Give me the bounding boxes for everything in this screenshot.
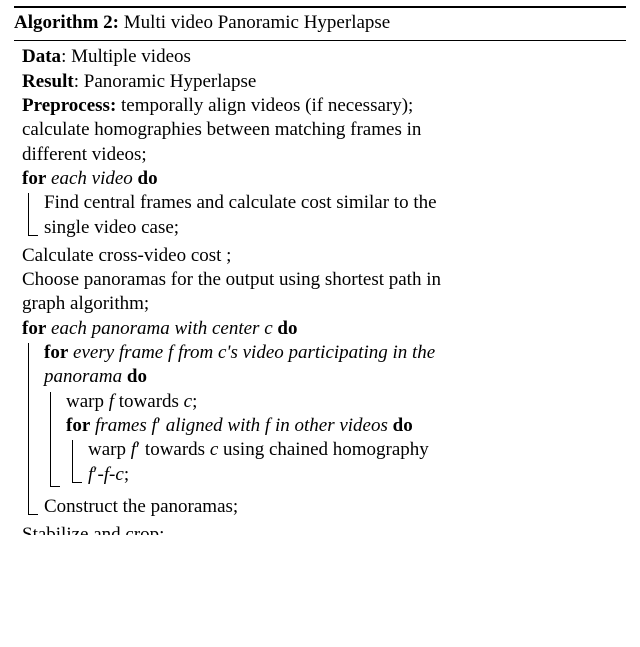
wfp-a: warp — [88, 439, 131, 460]
inner-cond-a: every frame — [73, 342, 168, 363]
data-line: Data: Multiple videos — [22, 45, 626, 69]
data-value: Multiple videos — [71, 46, 191, 67]
warp-fprime-l1: warp f′ towards c using chained homograp… — [88, 438, 626, 462]
for-each-panorama: for each panorama with center c do — [22, 317, 626, 341]
calc-cross-cost: Calculate cross-video cost ; — [22, 244, 626, 268]
for-body-inner: warp f towards c; for frames f′ aligned … — [44, 390, 626, 495]
chain-end: ; — [124, 464, 129, 485]
warp-f-line: warp f towards c; — [66, 390, 626, 414]
algorithm-title: Multi video Panoramic Hyperlapse — [124, 12, 390, 33]
for2-cond-a: each panorama with center — [51, 318, 264, 339]
for-condition-text: each video — [51, 168, 133, 189]
i2-cond-a: frames — [95, 415, 151, 436]
preprocess-line-1: Preprocess: temporally align videos (if … — [22, 94, 626, 118]
do-keyword: do — [127, 366, 147, 387]
do-keyword: do — [393, 415, 413, 436]
for-keyword: for — [22, 168, 46, 189]
loop-bar — [66, 438, 88, 491]
warp-c: c — [184, 391, 192, 412]
for-body-inner2: warp f′ towards c using chained homograp… — [66, 438, 626, 491]
wfp-b: towards — [140, 439, 210, 460]
wfp-c: c — [210, 439, 218, 460]
inner-cond-l2: panorama — [44, 366, 122, 387]
colon: : — [74, 71, 84, 92]
preprocess-line-2: calculate homographies between matching … — [22, 118, 626, 142]
wfp-d: using chained homography — [218, 439, 429, 460]
algorithm-number: Algorithm 2: — [14, 12, 119, 33]
choose-panoramas-1: Choose panoramas for the output using sh… — [22, 268, 626, 292]
loop-bar — [44, 390, 66, 495]
for-every-frame-l2: panorama do — [44, 365, 626, 389]
rule-mid — [14, 40, 626, 41]
for-body-1: Find central frames and calculate cost s… — [22, 191, 626, 244]
algorithm-header: Algorithm 2: Multi video Panoramic Hyper… — [14, 10, 626, 37]
loop-bar — [22, 191, 44, 244]
i2-cond-b: aligned with — [161, 415, 265, 436]
cutoff-line: Stabilize and crop; — [22, 523, 626, 535]
data-label: Data — [22, 46, 61, 67]
for-keyword: for — [66, 415, 90, 436]
result-label: Result — [22, 71, 74, 92]
for1-body-line1: Find central frames and calculate cost s… — [44, 191, 626, 215]
result-value: Panoramic Hyperlapse — [84, 71, 257, 92]
warp-b: towards — [114, 391, 184, 412]
preprocess-line-3: different videos; — [22, 143, 626, 167]
for-frames-fprime: for frames f′ aligned with f in other vi… — [66, 414, 626, 438]
rule-top — [14, 6, 626, 8]
for-each-video: for each video do — [22, 167, 626, 191]
do-keyword: do — [138, 168, 158, 189]
warp-fprime-l2: f′-f-c; — [88, 463, 626, 487]
i2-cond-c: in other videos — [270, 415, 388, 436]
result-line: Result: Panoramic Hyperlapse — [22, 70, 626, 94]
inner-cond-b: from — [173, 342, 218, 363]
algorithm-body: Data: Multiple videos Result: Panoramic … — [14, 45, 626, 535]
warp-a: warp — [66, 391, 109, 412]
warp-d: ; — [192, 391, 197, 412]
for-body-2: for every frame f from c's video partici… — [22, 341, 626, 523]
preprocess-label: Preprocess: — [22, 95, 116, 116]
inner-cond-d: 's video participating in the — [226, 342, 435, 363]
preprocess-text-1: temporally align videos (if necessary); — [121, 95, 413, 116]
construct-panoramas: Construct the panoramas; — [44, 495, 626, 519]
for-keyword: for — [44, 342, 68, 363]
algorithm-block: Algorithm 2: Multi video Panoramic Hyper… — [0, 0, 640, 545]
for-keyword: for — [22, 318, 46, 339]
choose-panoramas-2: graph algorithm; — [22, 292, 626, 316]
colon: : — [61, 46, 71, 67]
for-every-frame-l1: for every frame f from c's video partici… — [44, 341, 626, 365]
do-keyword: do — [277, 318, 297, 339]
loop-bar — [22, 341, 44, 523]
for1-body-line2: single video case; — [44, 216, 626, 240]
for2-cond-c: c — [264, 318, 272, 339]
chain-c: c — [115, 464, 123, 485]
